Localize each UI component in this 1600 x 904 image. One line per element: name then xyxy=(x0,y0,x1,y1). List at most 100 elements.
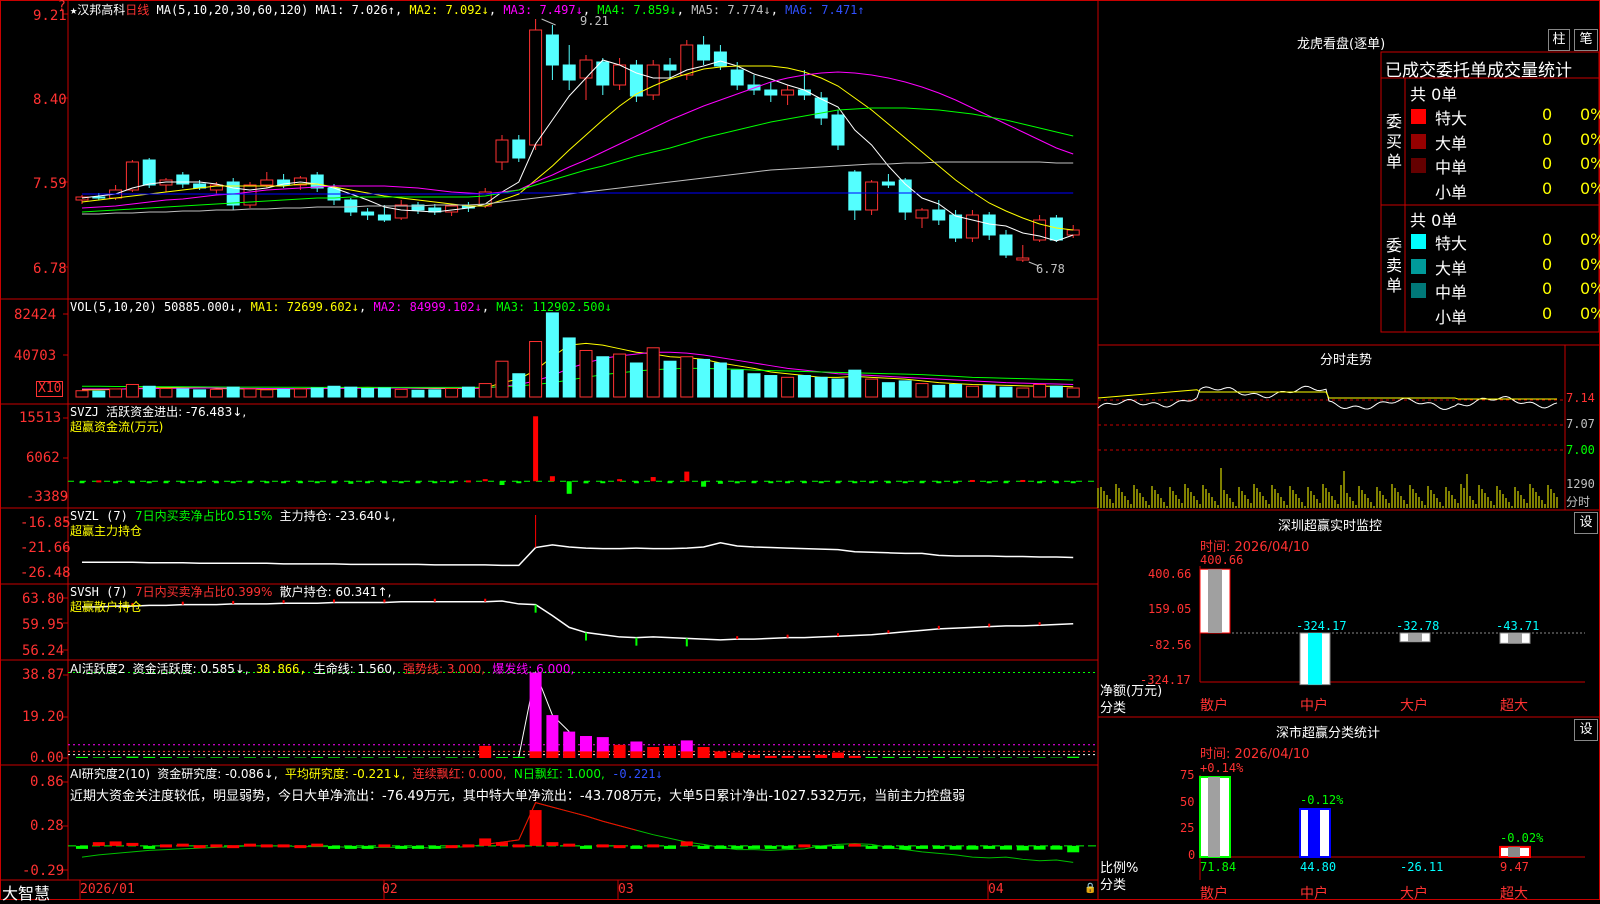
svzl-axis-2: -21.66 xyxy=(20,540,71,556)
candle-body xyxy=(93,197,105,198)
ai1-bar xyxy=(815,755,827,758)
sz-bar-value: -324.17 xyxy=(1296,619,1347,633)
pen-mode-button[interactable]: 笔 xyxy=(1574,29,1598,51)
svzj-bar xyxy=(365,481,370,483)
svsh-desc2: 散户持仓: 60.341↑, xyxy=(280,585,392,599)
ai2-bar xyxy=(866,846,878,849)
cls-axis-3: 25 xyxy=(1180,821,1194,835)
stat-name: 中单 xyxy=(1435,154,1467,178)
sz-bar-core xyxy=(1308,633,1322,685)
ai1-bar-base xyxy=(681,751,693,758)
svzj-axis-1: 15513 xyxy=(19,410,61,426)
volume-bar xyxy=(597,357,609,397)
volume-bar xyxy=(110,389,122,397)
ai1-bar xyxy=(714,751,726,758)
stat-name: 小单 xyxy=(1435,304,1467,328)
svzj-bar xyxy=(382,481,387,483)
ai2-bar xyxy=(261,844,273,847)
ai1-bar xyxy=(1000,757,1012,758)
ai2-bar xyxy=(446,845,458,848)
ai2-bar xyxy=(966,846,978,850)
svzj-bar xyxy=(264,481,269,483)
ai2-bar xyxy=(983,846,995,849)
sz-xlabel: 分类 xyxy=(1100,697,1126,716)
cls-settings-button[interactable]: 设 xyxy=(1574,719,1598,741)
candle-body xyxy=(546,35,558,65)
sz-settings-button[interactable]: 设 xyxy=(1574,512,1598,534)
volume-bar xyxy=(362,389,374,398)
ai2-bar xyxy=(143,846,155,849)
sz-bar-core xyxy=(1208,569,1222,633)
candle-body xyxy=(1067,230,1079,235)
ai2-bar xyxy=(395,846,407,849)
ai2-b: 平均研究度: -0.221↓, xyxy=(285,767,405,781)
xaxis-label-apr: 04 xyxy=(988,882,1004,897)
stat-name: 大单 xyxy=(1435,130,1467,154)
ai1-bar xyxy=(530,672,542,758)
stock-name: 汉邦高科 xyxy=(77,3,125,17)
ai1-bar xyxy=(479,746,491,758)
ai1-bar xyxy=(849,756,861,758)
svzj-bar xyxy=(298,481,303,483)
ai2-bar xyxy=(714,846,726,849)
ai2-label: AI研究度2(10) xyxy=(70,767,150,781)
cls-axis-4: 0 xyxy=(1188,848,1195,862)
ai2-bar xyxy=(126,843,138,846)
bar-mode-button[interactable]: 柱 xyxy=(1548,29,1570,51)
svzj-bar xyxy=(147,481,152,483)
longhu-title: 龙虎看盘(逐单) xyxy=(1297,33,1385,52)
ai2-red-line xyxy=(485,803,636,845)
cls-xlabel: 分类 xyxy=(1100,874,1126,893)
svzj-bar xyxy=(500,481,505,485)
volume-bar xyxy=(1000,387,1012,397)
svsh-title: 超赢散户持仓 xyxy=(70,598,142,615)
ma5-value: MA5: 7.774↓ xyxy=(691,3,770,17)
cls-category: 大户 xyxy=(1400,883,1428,903)
ai1-bar xyxy=(614,745,626,758)
cls-category: 超大 xyxy=(1500,883,1528,903)
ai1-a: 资金活跃度: 0.585↓, xyxy=(133,662,249,676)
vol-value: 50885.000↓ xyxy=(164,300,236,314)
volume-bar xyxy=(832,379,844,397)
svzj-bar xyxy=(197,481,202,483)
cls-category: 散户 xyxy=(1200,883,1228,903)
ai1-bar xyxy=(177,757,189,758)
ai2-bar xyxy=(177,844,189,847)
cls-bar-value: -26.11 xyxy=(1400,860,1443,874)
vol-label: VOL(5,10,20) xyxy=(70,300,157,314)
volume-bar xyxy=(714,363,726,397)
volume-bar xyxy=(681,357,693,397)
ai1-bar xyxy=(160,757,172,758)
svzj-bar xyxy=(550,476,555,481)
ai2-bar xyxy=(1067,846,1079,852)
volume-bar xyxy=(546,313,558,397)
cls-bar-value: 71.84 xyxy=(1200,860,1236,874)
ai1-header: AI活跃度2 资金活跃度: 0.585↓, 38.866, 生命线: 1.560… xyxy=(70,660,574,677)
cls-bar-pct: -0.02% xyxy=(1500,831,1543,845)
period-label[interactable]: 日线 xyxy=(125,3,149,17)
svzj-bar xyxy=(416,481,421,483)
svzl-desc1: 7日内买卖净占比0.515% xyxy=(135,509,272,523)
cls-bar-core xyxy=(1508,847,1520,857)
ai1-d: 强势线: 3.000, xyxy=(403,662,485,676)
ai1-bar-base xyxy=(630,751,642,758)
svzj-bar xyxy=(1037,481,1042,483)
svzj-bar xyxy=(735,481,740,483)
stat-percent: 0% xyxy=(1580,130,1600,149)
ai2-bar xyxy=(496,842,508,846)
intraday-avg-line xyxy=(1098,390,1557,399)
ai2-bar xyxy=(546,842,558,846)
lock-icon[interactable]: 🔒 xyxy=(1084,883,1096,894)
svzj-title: 超赢资金流(万元) xyxy=(70,418,163,435)
candle-body xyxy=(916,210,928,218)
ai1-bar xyxy=(513,757,525,758)
stat-volume: 0 xyxy=(1542,154,1552,173)
svzj-bar xyxy=(348,481,353,484)
ai1-axis-1: 38.87 xyxy=(22,667,64,683)
intraday-axis-1: 7.14 xyxy=(1566,391,1595,405)
volume-bar xyxy=(160,389,172,398)
brand-logo: 大智慧 xyxy=(2,880,50,904)
volume-bar xyxy=(244,389,256,397)
sz-bar-value: -43.71 xyxy=(1496,619,1539,633)
volume-bar xyxy=(1034,384,1046,397)
